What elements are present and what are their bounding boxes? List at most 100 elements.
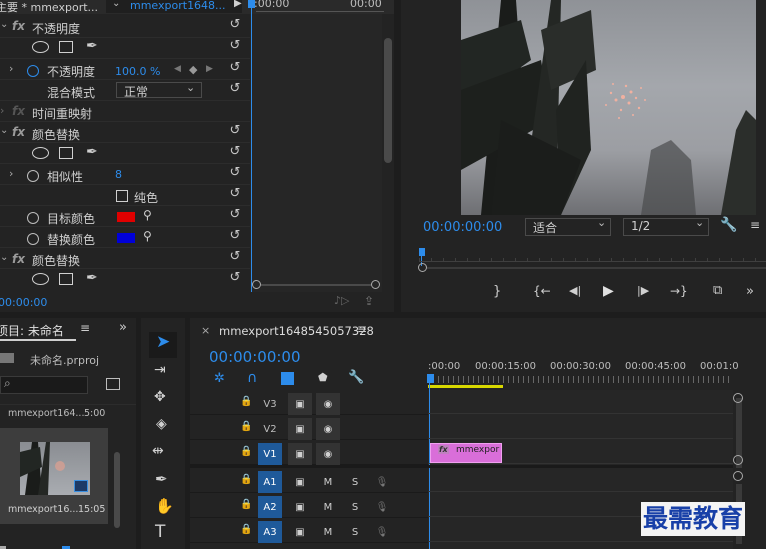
linked-selection-icon[interactable] — [281, 372, 294, 385]
monitor-scrub-bar[interactable] — [419, 258, 766, 262]
stopwatch-icon[interactable] — [27, 233, 39, 245]
reset-icon[interactable]: ↺ — [228, 250, 242, 264]
rectangle-mask-icon[interactable] — [59, 147, 73, 159]
more-panels-icon[interactable]: » — [119, 320, 127, 335]
lock-icon[interactable]: 🔒 — [240, 446, 252, 457]
panel-menu-icon[interactable]: ≡ — [357, 322, 367, 336]
search-input[interactable] — [0, 376, 88, 394]
lock-icon[interactable]: 🔒 — [240, 499, 252, 510]
eyedropper-icon[interactable]: ⚲ — [143, 229, 152, 243]
pen-mask-icon[interactable]: ✒ — [86, 270, 98, 286]
toggle-sync-lock-icon[interactable]: ▣ — [288, 443, 312, 465]
work-area-bar[interactable] — [428, 385, 503, 388]
step-back-icon[interactable]: ◀| — [569, 284, 581, 297]
razor-tool-icon[interactable]: ◈ — [156, 416, 167, 432]
pen-mask-icon[interactable]: ✒ — [86, 144, 98, 160]
collapse-arrow-icon[interactable]: ⌄ — [0, 19, 8, 30]
reset-icon[interactable]: ↺ — [228, 229, 242, 243]
panel-menu-icon[interactable]: ≡ — [80, 321, 90, 335]
similarity-value[interactable]: 8 — [115, 168, 122, 181]
mute-button[interactable]: M — [316, 521, 340, 543]
rectangle-mask-icon[interactable] — [59, 41, 73, 53]
playhead-line[interactable] — [251, 0, 252, 292]
reset-icon[interactable]: ↺ — [228, 82, 242, 96]
ellipse-mask-icon[interactable] — [32, 273, 49, 285]
collapse-arrow-icon[interactable]: ⌄ — [0, 252, 8, 263]
eye-icon[interactable]: ◉ — [316, 393, 340, 415]
stopwatch-icon[interactable] — [27, 65, 39, 77]
export-icon[interactable]: ⇪ — [364, 294, 374, 308]
reset-icon[interactable]: ↺ — [228, 61, 242, 75]
timeline-timecode[interactable]: 00:00:00:00 — [209, 348, 301, 366]
microphone-icon[interactable]: 🎙 — [370, 521, 394, 543]
prev-keyframe-icon[interactable]: ◀ — [174, 64, 181, 74]
solo-button[interactable]: S — [343, 496, 367, 518]
solo-button[interactable]: S — [343, 471, 367, 493]
zoom-handle-icon[interactable] — [733, 471, 743, 481]
reset-icon[interactable]: ↺ — [228, 187, 242, 201]
effect-source-label[interactable]: 主要 * mmexport... — [0, 0, 98, 15]
clip-list-name[interactable]: mmexport164... — [8, 408, 84, 419]
replace-color-swatch[interactable] — [117, 233, 135, 243]
fx-badge-icon[interactable]: fx — [12, 252, 25, 266]
sequence-tab[interactable]: mmexport1648545057328 — [219, 324, 374, 338]
reset-icon[interactable]: ↺ — [228, 145, 242, 159]
more-icon[interactable]: » — [746, 284, 754, 299]
solo-button[interactable]: S — [343, 521, 367, 543]
track-lane[interactable] — [428, 491, 733, 492]
zoom-handle-left[interactable] — [418, 263, 427, 272]
filter-icon[interactable]: ♪▷ — [334, 294, 349, 307]
eye-icon[interactable]: ◉ — [316, 443, 340, 465]
project-tab[interactable]: 项目: 未命名 — [0, 322, 64, 339]
add-marker-icon[interactable]: ⬟ — [318, 371, 328, 384]
zoom-handle-right[interactable] — [371, 280, 380, 289]
stopwatch-icon[interactable] — [27, 212, 39, 224]
rectangle-mask-icon[interactable] — [59, 273, 73, 285]
mute-button[interactable]: M — [316, 496, 340, 518]
hand-tool-icon[interactable]: ✋ — [155, 497, 174, 515]
fx-badge-icon[interactable]: fx — [12, 19, 25, 33]
stopwatch-icon[interactable] — [27, 170, 39, 182]
eyedropper-icon[interactable]: ⚲ — [143, 208, 152, 222]
eye-icon[interactable]: ◉ — [316, 418, 340, 440]
scrollbar[interactable] — [114, 452, 120, 528]
nest-icon[interactable]: ✲ — [214, 371, 225, 386]
next-keyframe-icon[interactable]: ▶ — [206, 64, 213, 74]
toggle-sync-lock-icon[interactable]: ▣ — [288, 496, 312, 518]
track-lane[interactable] — [428, 541, 733, 542]
ellipse-mask-icon[interactable] — [32, 147, 49, 159]
go-to-in-icon[interactable]: {← — [533, 284, 551, 298]
microphone-icon[interactable]: 🎙 — [370, 471, 394, 493]
lock-icon[interactable]: 🔒 — [240, 524, 252, 535]
track-target-a2[interactable]: A2 — [258, 496, 282, 518]
mark-out-icon[interactable]: } — [493, 284, 501, 299]
play-icon[interactable]: ▶ — [603, 283, 614, 299]
slip-tool-icon[interactable]: ⇹ — [152, 443, 164, 459]
track-target-a3[interactable]: A3 — [258, 521, 282, 543]
panel-menu-icon[interactable]: ≡ — [750, 218, 760, 232]
track-select-tool-icon[interactable]: ⇥ — [154, 362, 166, 378]
reset-icon[interactable]: ↺ — [228, 208, 242, 222]
ripple-edit-tool-icon[interactable]: ✥ — [154, 389, 166, 405]
add-keyframe-icon[interactable]: ◆ — [189, 63, 197, 76]
toggle-sync-lock-icon[interactable]: ▣ — [288, 471, 312, 493]
reset-icon[interactable]: ↺ — [228, 18, 242, 32]
keyframe-area[interactable] — [250, 14, 382, 292]
play-only-icon[interactable]: ▶ — [234, 0, 242, 9]
fx-badge-icon[interactable]: fx — [12, 125, 25, 139]
mute-button[interactable]: M — [316, 471, 340, 493]
go-to-out-icon[interactable]: →} — [670, 284, 688, 298]
track-target-a1[interactable]: A1 — [258, 471, 282, 493]
expand-arrow-icon[interactable]: › — [9, 167, 13, 180]
zoom-handle-icon[interactable] — [733, 393, 743, 403]
zoom-handle-icon[interactable] — [733, 455, 743, 465]
opacity-value[interactable]: 100.0 % — [115, 65, 160, 78]
target-color-swatch[interactable] — [117, 212, 135, 222]
pure-color-checkbox[interactable] — [116, 190, 128, 202]
expand-arrow-icon[interactable]: › — [0, 104, 4, 117]
toggle-sync-lock-icon[interactable]: ▣ — [288, 393, 312, 415]
toggle-sync-lock-icon[interactable]: ▣ — [288, 418, 312, 440]
zoom-handle-left[interactable] — [252, 280, 261, 289]
type-tool-icon[interactable]: T — [155, 522, 165, 542]
timeline-settings-wrench-icon[interactable]: 🔧 — [348, 370, 364, 385]
